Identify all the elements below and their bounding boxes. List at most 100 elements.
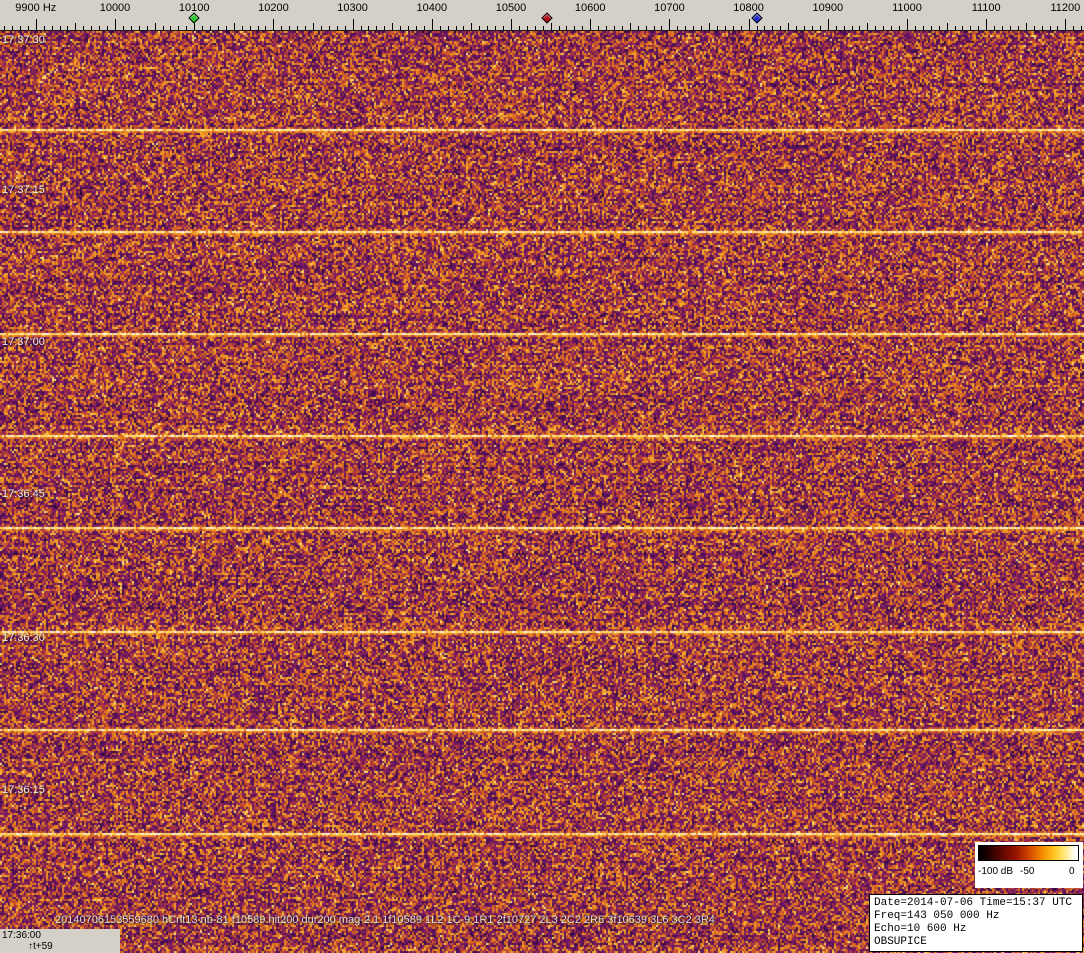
ruler-tick [273,19,274,30]
ruler-tick [471,23,472,30]
ruler-tick [566,26,567,30]
ruler-tick [875,26,876,30]
ruler-tick [915,26,916,30]
ruler-tick [939,26,940,30]
ruler-tick [170,26,171,30]
ruler-tick [75,23,76,30]
ruler-tick [4,26,5,30]
ruler-tick [788,23,789,30]
ruler-freq-label: 10700 [654,2,685,14]
ruler-tick [606,26,607,30]
ruler-tick [1002,26,1003,30]
ruler-tick [60,26,61,30]
ruler-tick [1057,26,1058,30]
ruler-freq-label: 10300 [337,2,368,14]
ruler-tick [622,26,623,30]
ruler-tick [741,26,742,30]
ruler-tick [717,26,718,30]
ruler-tick [1034,26,1035,30]
color-scale-gradient [978,845,1079,861]
ruler-tick [947,23,948,30]
ruler-tick [582,26,583,30]
ruler-tick [962,26,963,30]
ruler-tick [891,26,892,30]
time-offset-label: ↑t+59 [28,941,53,952]
ruler-tick [574,26,575,30]
ruler-tick [67,26,68,30]
ruler-tick [598,26,599,30]
ruler-tick [178,26,179,30]
ruler-tick [535,26,536,30]
frequency-ruler[interactable]: 9900 Hz 10000 10100 10200 10300 10400 10500 106… [0,0,1084,31]
ruler-tick [543,26,544,30]
ruler-freq-label: 10600 [574,2,606,14]
marker-red-diamond-icon[interactable] [540,12,553,24]
spectrogram-canvas[interactable] [0,31,1084,953]
ruler-tick [424,26,425,30]
time-label: 17:36:45 [2,488,45,500]
ruler-tick [345,26,346,30]
ruler-tick [305,26,306,30]
ruler-tick [297,26,298,30]
ruler-tick [820,26,821,30]
ruler-tick [701,26,702,30]
bottom-status-strip: 17:36:00 ↑t+59 [0,929,120,953]
ruler-tick [432,19,433,30]
ruler-tick [463,26,464,30]
ruler-tick [1026,23,1027,30]
ruler-tick [685,26,686,30]
ruler-tick [1018,26,1019,30]
ruler-freq-label: 10500 [495,2,527,14]
ruler-tick [456,26,457,30]
ruler-tick [163,26,164,30]
ruler-tick [226,26,227,30]
ruler-tick [281,26,282,30]
marker-blue-diamond-icon[interactable] [750,12,763,24]
ruler-tick [828,19,829,30]
ruler-tick [265,26,266,30]
time-label: 17:37:00 [2,336,45,348]
legend-max-label: 0 [1069,866,1075,877]
ruler-tick [907,19,908,30]
info-freq-line: Freq=143 050 000 Hz [874,910,1000,922]
ruler-tick [519,26,520,30]
ruler-tick [527,26,528,30]
ruler-tick [368,26,369,30]
bottom-time-label: 17:36:00 [2,930,41,941]
ruler-freq-label: 9900 Hz [15,2,57,14]
ruler-freq-label: 10900 [812,2,844,14]
ruler-tick [361,26,362,30]
marker-green-diamond-icon[interactable] [188,12,200,24]
ruler-tick [852,26,853,30]
info-station-line: OBSUPICE [874,936,927,948]
ruler-tick [970,26,971,30]
ruler-tick [12,26,13,30]
ruler-tick [859,26,860,30]
ruler-tick [511,19,512,30]
meteor-observation-app: 9900 Hz 10000 10100 10200 10300 10400 10500 106… [0,0,1084,953]
ruler-tick [899,26,900,30]
time-label: 17:36:15 [2,784,45,796]
ruler-tick [693,26,694,30]
ruler-tick [392,23,393,30]
ruler-tick [210,26,211,30]
ruler-freq-label: 10200 [258,2,289,14]
ruler-tick [804,26,805,30]
ruler-tick [503,26,504,30]
ruler-tick [1042,26,1043,30]
ruler-tick [709,23,710,30]
ruler-freq-label: 11200 [1050,2,1081,14]
ruler-tick [955,26,956,30]
ruler-tick [384,26,385,30]
ruler-freq-label: 11000 [892,2,922,14]
ruler-tick [20,26,21,30]
ruler-tick [1081,26,1082,30]
db-color-legend: -100 dB -50 0 [975,842,1083,888]
ruler-tick [218,26,219,30]
ruler-tick [107,26,108,30]
ruler-tick [83,26,84,30]
ruler-tick [867,23,868,30]
ruler-tick [844,26,845,30]
ruler-tick [416,26,417,30]
ruler-tick [551,23,552,30]
